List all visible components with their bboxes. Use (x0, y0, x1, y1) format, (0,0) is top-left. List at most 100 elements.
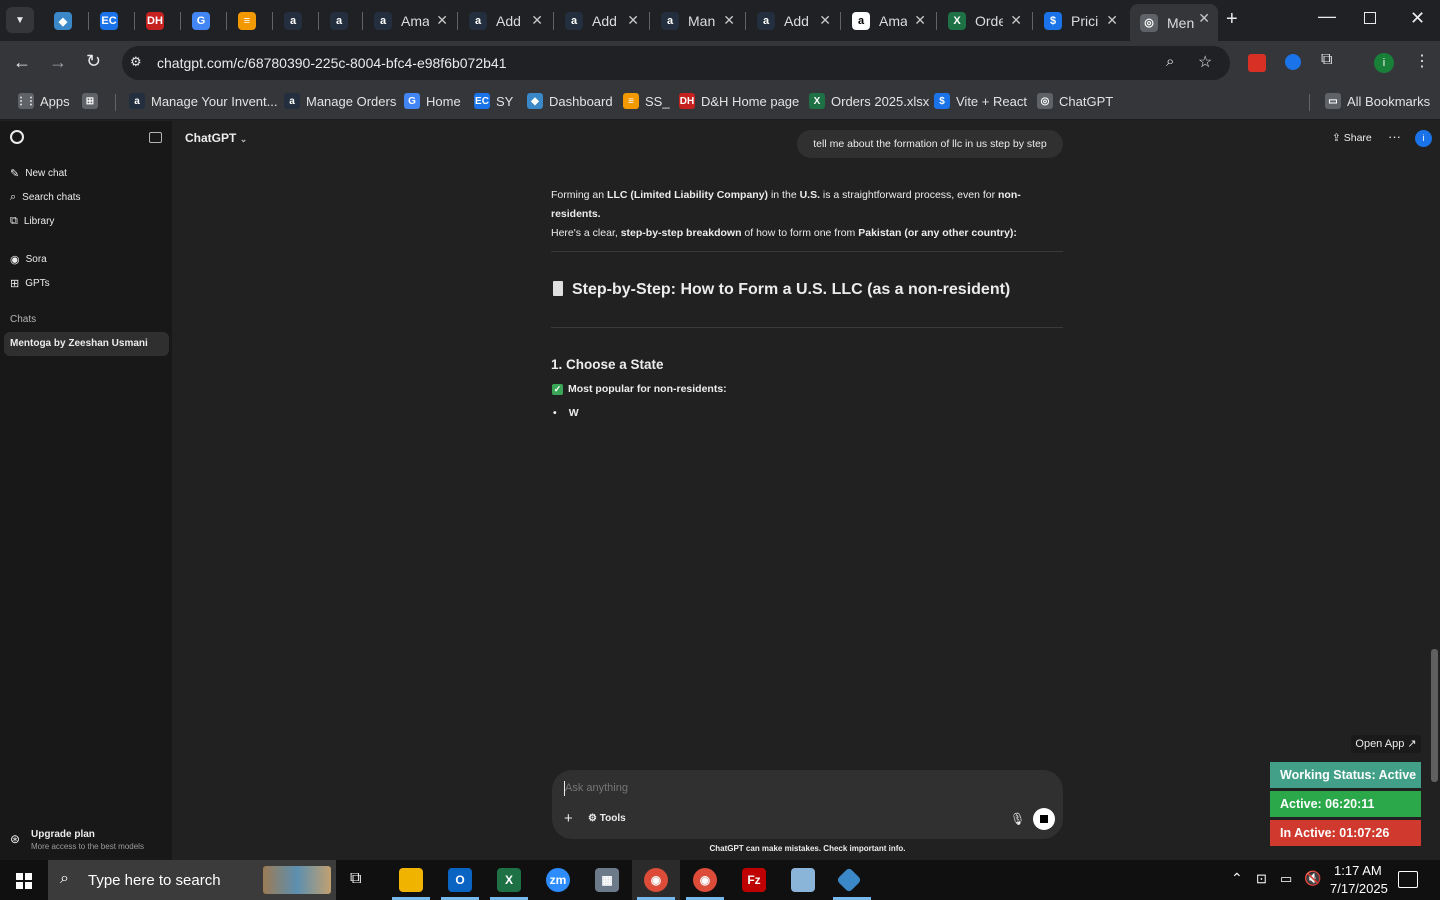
browser-tab[interactable]: DH (136, 6, 182, 36)
close-tab-icon[interactable]: ✕ (1010, 12, 1022, 29)
chrome-profile-icon[interactable]: ◉ (693, 868, 717, 892)
browser-tab[interactable]: X Orde ✕ (938, 6, 1030, 36)
more-options-icon[interactable]: ··· (1388, 129, 1401, 144)
sidebar-toggle-icon[interactable] (149, 132, 162, 143)
upgrade-plan-button[interactable]: ⊛ Upgrade plan More access to the best m… (10, 828, 168, 854)
close-tab-icon[interactable]: ✕ (819, 12, 831, 29)
browser-tab[interactable]: a Man ✕ (651, 6, 743, 36)
diamond-app-icon[interactable] (836, 867, 862, 893)
extension-blue-icon[interactable] (1285, 54, 1301, 70)
browser-tab[interactable]: a Add ✕ (747, 6, 839, 36)
share-button[interactable]: ⇪ Share (1332, 132, 1372, 144)
browser-tab[interactable]: ◆ (44, 6, 90, 36)
open-app-button[interactable]: Open App ↗ (1351, 735, 1421, 753)
library-button[interactable]: ⧉ Library (10, 215, 54, 228)
bookmark-item[interactable]: ⊞ (82, 93, 104, 109)
stop-button[interactable] (1033, 808, 1055, 830)
close-tab-icon[interactable]: ✕ (723, 12, 735, 29)
taskbar-search-placeholder: Type here to search (88, 872, 221, 889)
file-explorer-icon[interactable] (399, 868, 423, 892)
show-hidden-icons-icon[interactable]: ⌃ (1231, 870, 1243, 887)
close-tab-icon[interactable]: ✕ (1198, 10, 1210, 27)
bookmark-item[interactable]: EC SY (474, 93, 513, 109)
reload-icon[interactable]: ↻ (86, 51, 101, 72)
clock-date[interactable]: 7/17/2025 (1330, 881, 1388, 896)
bookmark-item[interactable]: ◆ Dashboard (527, 93, 613, 109)
zoom-app-icon[interactable]: zm (546, 868, 570, 892)
amazon-icon: a (565, 12, 583, 30)
extensions-puzzle-icon[interactable]: ⧉ (1321, 51, 1332, 69)
volume-muted-icon[interactable]: 🔇 (1304, 870, 1321, 887)
clock-time[interactable]: 1:17 AM (1334, 863, 1382, 878)
zoom-icon[interactable]: ⌕ (1166, 53, 1174, 70)
bookmark-item[interactable]: X Orders 2025.xlsx (809, 93, 929, 109)
browser-tab[interactable]: $ Prici ✕ (1034, 6, 1126, 36)
filezilla-icon[interactable]: Fz (742, 868, 766, 892)
browser-tab[interactable]: a (274, 6, 320, 36)
close-window-button[interactable]: ✕ (1410, 8, 1425, 29)
bookmark-star-icon[interactable]: ☆ (1198, 52, 1212, 72)
bookmark-item[interactable]: DH D&H Home page (679, 93, 799, 109)
scrollbar-thumb[interactable] (1431, 649, 1438, 782)
task-view-icon[interactable]: ⧉ (350, 870, 361, 888)
outlook-icon[interactable]: O (448, 868, 472, 892)
chrome-icon[interactable]: ◉ (644, 868, 668, 892)
profile-avatar[interactable]: i (1374, 53, 1394, 73)
bookmark-item[interactable]: a Manage Your Invent... (129, 93, 277, 109)
address-bar[interactable]: ⚙ chatgpt.com/c/68780390-225c-8004-bfc4-… (122, 46, 1230, 80)
bookmark-item[interactable]: ▭ All Bookmarks (1325, 93, 1430, 109)
calculator-icon[interactable]: ▦ (595, 868, 619, 892)
active-chat-label[interactable]: Mentoga by Zeeshan Usmani (10, 338, 148, 349)
tab-search-button[interactable]: ▼ (6, 7, 34, 33)
account-avatar[interactable]: i (1415, 130, 1432, 147)
amazon-icon: a (284, 12, 302, 30)
bookmark-item[interactable]: $ Vite + React (934, 93, 1027, 109)
sora-button[interactable]: ◉ Sora (10, 253, 47, 266)
browser-tab[interactable]: G (182, 6, 228, 36)
bookmark-item[interactable]: ◎ ChatGPT (1037, 93, 1113, 109)
model-selector[interactable]: ChatGPT ⌄ (185, 131, 247, 145)
browser-tab[interactable]: ≡ (228, 6, 274, 36)
microphone-icon[interactable]: 🎙 (1010, 812, 1025, 826)
browser-tab[interactable]: a Ama ✕ (842, 6, 934, 36)
close-tab-icon[interactable]: ✕ (531, 12, 543, 29)
site-info-icon[interactable]: ⚙ (130, 54, 142, 70)
edit-icon: ✎ (10, 168, 20, 180)
close-tab-icon[interactable]: ✕ (914, 12, 926, 29)
bookmark-item[interactable]: ⋮⋮ Apps (16, 93, 70, 109)
bookmark-item[interactable]: ≡ SS_ (623, 93, 670, 109)
bookmark-item[interactable]: a Manage Orders (284, 93, 396, 109)
windows-start-icon[interactable] (16, 873, 32, 889)
minimize-button[interactable]: — (1318, 6, 1336, 27)
browser-tab[interactable]: a Add ✕ (459, 6, 551, 36)
browser-tab[interactable]: a (320, 6, 366, 36)
browser-tab[interactable]: a Add ✕ (555, 6, 647, 36)
taskbar-search-box[interactable]: ⌕ Type here to search (48, 860, 336, 900)
gpts-button[interactable]: ⊞ GPTs (10, 277, 50, 290)
extension-red-icon[interactable] (1248, 54, 1266, 72)
plus-icon[interactable]: + (564, 810, 573, 827)
security-alert-icon[interactable]: ⊡ (1256, 871, 1267, 887)
new-chat-button[interactable]: ✎ New chat (10, 167, 67, 180)
browser-tab[interactable]: a Ama ✕ (364, 6, 456, 36)
network-icon[interactable]: ▭ (1280, 871, 1292, 887)
browser-menu-icon[interactable]: ⋮ (1414, 51, 1430, 71)
search-chats-button[interactable]: ⌕ Search chats (10, 191, 81, 204)
browser-tab[interactable]: EC (90, 6, 136, 36)
notifications-icon[interactable] (1398, 871, 1418, 888)
tools-button[interactable]: ⚙ Tools (588, 813, 626, 824)
excel-icon[interactable]: X (497, 868, 521, 892)
new-tab-button[interactable]: + (1226, 8, 1238, 31)
browser-tab[interactable]: ◎ Men ✕ (1130, 4, 1218, 41)
close-tab-icon[interactable]: ✕ (436, 12, 448, 29)
bookmark-item[interactable]: G Home (404, 93, 461, 109)
back-arrow-icon[interactable]: ← (13, 52, 31, 73)
close-tab-icon[interactable]: ✕ (627, 12, 639, 29)
close-tab-icon[interactable]: ✕ (1106, 12, 1118, 29)
ask-anything-input[interactable] (565, 778, 1005, 798)
address-bar-url[interactable]: chatgpt.com/c/68780390-225c-8004-bfc4-e9… (157, 55, 506, 71)
restore-button[interactable] (1364, 12, 1376, 24)
notes-app-icon[interactable] (791, 868, 815, 892)
chatgpt-logo-icon[interactable] (10, 130, 24, 144)
forward-arrow-icon[interactable]: → (49, 52, 67, 73)
